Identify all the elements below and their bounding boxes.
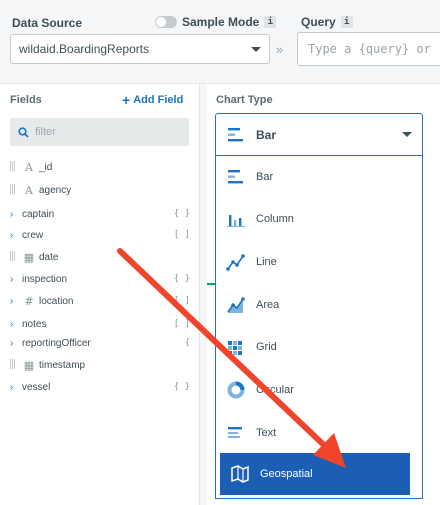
- field-name: notes: [22, 318, 47, 330]
- chevron-right-icon[interactable]: ›: [10, 338, 22, 349]
- field-item-timestamp[interactable]: ▦ timestamp: [10, 356, 190, 374]
- chart-option-grid[interactable]: Grid: [216, 326, 422, 368]
- field-name: crew: [22, 229, 44, 241]
- field-name: agency: [39, 184, 72, 196]
- field-item-reportingofficer[interactable]: › reportingOfficer {: [10, 334, 190, 352]
- chart-option-label: Circular: [256, 384, 294, 396]
- chart-type-select[interactable]: Bar: [215, 113, 423, 156]
- divider: [207, 283, 215, 285]
- chevron-right-icon[interactable]: ›: [10, 296, 22, 307]
- object-type-icon: { }: [173, 382, 190, 392]
- chart-option-circular[interactable]: Circular: [216, 369, 422, 411]
- chart-option-label: Grid: [256, 341, 277, 353]
- chart-option-line[interactable]: Line: [216, 241, 422, 283]
- chart-option-label: Text: [256, 427, 277, 439]
- chart-option-area[interactable]: Area: [216, 284, 422, 326]
- top-bar: Data Source Sample Mode i wildaid.Boardi…: [0, 0, 440, 84]
- field-name: _id: [39, 161, 53, 173]
- chevron-down-icon: [402, 132, 412, 137]
- search-icon: [18, 126, 29, 138]
- fields-panel: Fields + Add Field filter A _id Aagency › ca…: [0, 84, 200, 505]
- chevron-right-icon[interactable]: ›: [10, 274, 22, 285]
- chart-option-text[interactable]: Text: [216, 412, 422, 454]
- field-name: date: [39, 251, 59, 263]
- data-source-select[interactable]: wildaid.BoardingReports: [10, 34, 270, 64]
- field-item-crew[interactable]: › crew [ ]: [10, 226, 190, 244]
- string-type-icon: A: [25, 160, 33, 174]
- sample-mode-control: Sample Mode i: [155, 15, 277, 29]
- array-type-icon: [ ]: [173, 319, 190, 329]
- chevron-right-icon[interactable]: ›: [10, 319, 22, 330]
- bar-chart-icon: [228, 170, 243, 184]
- drag-handle-icon: [10, 358, 22, 372]
- filter-placeholder: filter: [35, 126, 56, 138]
- field-name: location: [39, 295, 74, 307]
- field-filter-input[interactable]: filter: [10, 118, 189, 146]
- hash-icon: #: [24, 294, 34, 308]
- array-type-icon: [ ]: [173, 230, 190, 240]
- string-type-icon: A: [25, 183, 33, 197]
- grid-chart-icon: [228, 341, 242, 355]
- line-chart-icon: [226, 254, 245, 271]
- chart-option-geospatial[interactable]: Geospatial: [220, 453, 410, 495]
- field-name: captain: [22, 208, 55, 220]
- chart-option-bar[interactable]: Bar: [216, 156, 422, 198]
- field-item-agency[interactable]: Aagency: [10, 181, 190, 199]
- chart-type-dropdown: Bar Column Line Area Grid Circular Text Geospat…: [215, 156, 423, 499]
- geospatial-chart-icon: [231, 465, 249, 483]
- text-chart-icon: [228, 427, 242, 438]
- object-type-icon: { }: [173, 209, 190, 219]
- sample-mode-toggle[interactable]: [155, 16, 177, 28]
- drag-handle-icon: [10, 250, 22, 264]
- object-type-icon: {: [184, 338, 190, 348]
- hash-icon: [ ]: [173, 296, 190, 306]
- chart-option-label: Area: [256, 299, 280, 311]
- chart-option-label: Bar: [256, 171, 274, 183]
- query-label-group: Query i: [301, 15, 353, 29]
- field-item-_id[interactable]: A _id: [10, 158, 190, 176]
- field-name: reportingOfficer: [22, 337, 91, 349]
- chart-option-column[interactable]: Column: [216, 198, 422, 240]
- chart-option-label: Column: [256, 213, 294, 225]
- data-source-value: wildaid.BoardingReports: [19, 42, 150, 56]
- info-icon[interactable]: i: [340, 16, 353, 28]
- bar-chart-icon: [228, 127, 243, 141]
- field-name: vessel: [22, 381, 51, 393]
- query-input[interactable]: Type a {query} or: [297, 32, 440, 66]
- circular-chart-icon: [227, 381, 245, 399]
- add-field-button[interactable]: + Add Field: [122, 91, 184, 108]
- chart-type-panel: Chart Type Bar Bar Column Line Area Grid Circ…: [207, 84, 440, 505]
- field-item-date[interactable]: ▦ date: [10, 248, 190, 266]
- chart-type-selected: Bar: [256, 127, 277, 142]
- plus-icon: +: [122, 91, 131, 108]
- area-chart-icon: [227, 297, 245, 313]
- field-name: timestamp: [39, 359, 86, 371]
- data-source-label: Data Source: [12, 16, 83, 30]
- sample-mode-label: Sample Mode: [182, 15, 260, 29]
- calendar-icon: ▦: [23, 250, 35, 264]
- chevron-right-icon[interactable]: ›: [10, 382, 22, 393]
- chevron-right-icon[interactable]: ›: [10, 209, 22, 220]
- drag-handle-icon: [10, 183, 22, 197]
- field-item-vessel[interactable]: › vessel { }: [10, 378, 190, 396]
- object-type-icon: { }: [173, 274, 190, 284]
- add-field-label: Add Field: [133, 94, 184, 106]
- chevron-down-icon: [251, 46, 261, 52]
- field-item-captain[interactable]: › captain { }: [10, 205, 190, 223]
- connector-icon: »: [276, 42, 284, 57]
- chevron-right-icon[interactable]: ›: [10, 230, 22, 241]
- fields-title: Fields: [10, 94, 42, 106]
- column-chart-icon: [227, 215, 245, 227]
- calendar-icon: ▦: [23, 358, 35, 372]
- field-item-location[interactable]: › # location [ ]: [10, 292, 190, 310]
- field-item-inspection[interactable]: › inspection { }: [10, 270, 190, 288]
- chart-type-title: Chart Type: [216, 94, 273, 106]
- chart-option-label: Geospatial: [260, 468, 313, 480]
- field-name: inspection: [22, 273, 68, 285]
- drag-handle-icon: [10, 160, 22, 174]
- info-icon[interactable]: i: [264, 16, 277, 28]
- field-item-notes[interactable]: › notes [ ]: [10, 315, 190, 333]
- chart-option-label: Line: [256, 256, 277, 268]
- query-label: Query: [301, 15, 336, 29]
